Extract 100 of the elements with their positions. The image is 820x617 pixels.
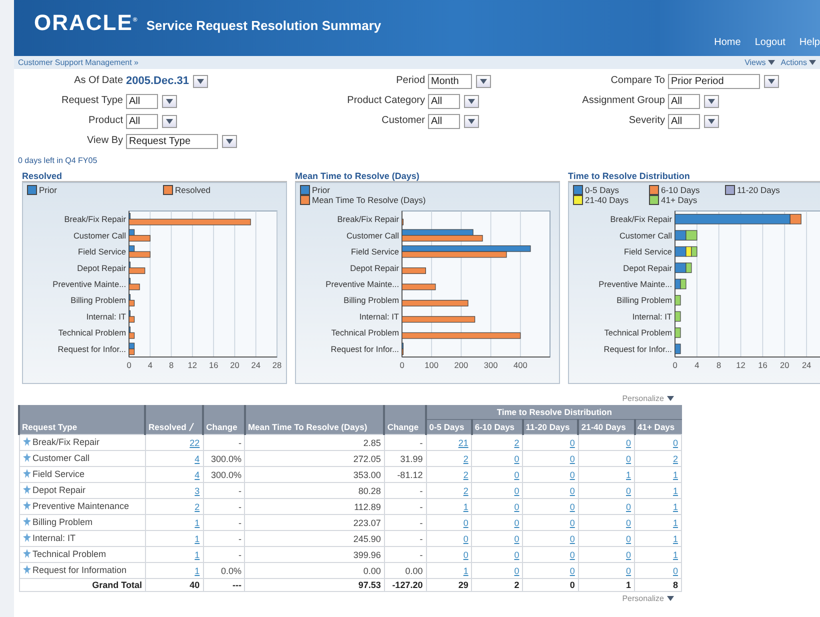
table-link[interactable]: 0 bbox=[570, 438, 575, 448]
column-header[interactable]: Change bbox=[203, 405, 245, 434]
menu-link[interactable]: Actions bbox=[780, 58, 816, 67]
column-header[interactable]: Mean Time To Resolve (Days) bbox=[244, 405, 384, 434]
column-header[interactable]: 41+ Days bbox=[634, 420, 682, 434]
filter-select[interactable]: Month bbox=[428, 74, 472, 88]
table-link[interactable]: 1 bbox=[194, 518, 200, 528]
column-header[interactable]: Request Type bbox=[19, 405, 146, 434]
table-link[interactable]: 2 bbox=[514, 438, 520, 448]
category-label: Customer Call bbox=[346, 230, 399, 240]
table-link[interactable]: 1 bbox=[463, 566, 468, 576]
column-header[interactable]: 6-10 Days bbox=[472, 420, 523, 434]
table-link[interactable]: 1 bbox=[672, 534, 678, 544]
table-link[interactable]: 0 bbox=[514, 502, 520, 512]
column-header[interactable]: Change bbox=[384, 405, 426, 434]
table-link[interactable]: 1 bbox=[672, 502, 678, 512]
filter-select[interactable]: All bbox=[668, 94, 700, 108]
table-link[interactable]: 0 bbox=[570, 502, 575, 512]
table-link[interactable]: 0 bbox=[570, 550, 575, 560]
column-header[interactable]: 0-5 Days bbox=[426, 420, 472, 434]
filter-label: Product Category bbox=[346, 94, 426, 108]
table-link[interactable]: 2 bbox=[194, 502, 200, 512]
table-link[interactable]: 0 bbox=[463, 534, 468, 544]
table-link[interactable]: 1 bbox=[194, 566, 200, 576]
table-link[interactable]: 0 bbox=[514, 534, 520, 544]
table-cell: 300.0% bbox=[203, 450, 245, 466]
table-link[interactable]: 0 bbox=[514, 470, 520, 480]
table-link[interactable]: 4 bbox=[194, 470, 200, 480]
personalize-link[interactable]: Personalize bbox=[622, 594, 674, 603]
table-link[interactable]: 0 bbox=[626, 438, 632, 448]
pin-icon bbox=[22, 437, 30, 446]
filter-select[interactable]: All bbox=[668, 114, 700, 128]
table-link[interactable]: 0 bbox=[570, 454, 575, 464]
filter-select[interactable]: Request Type bbox=[126, 134, 218, 148]
personalize-link[interactable]: Personalize bbox=[622, 394, 674, 403]
table-link[interactable]: 0 bbox=[626, 486, 632, 496]
table-link[interactable]: 1 bbox=[672, 470, 678, 480]
table-link[interactable]: 0 bbox=[626, 518, 632, 528]
table-link[interactable]: 0 bbox=[672, 566, 678, 576]
table-link[interactable]: 1 bbox=[626, 470, 632, 480]
table-link[interactable]: 0 bbox=[514, 550, 520, 560]
table-link[interactable]: 0 bbox=[570, 470, 575, 480]
filter-select[interactable]: All bbox=[126, 94, 158, 108]
nav-link[interactable]: Help bbox=[799, 37, 820, 48]
table-link[interactable]: 0 bbox=[626, 534, 632, 544]
table-link[interactable]: 1 bbox=[194, 550, 200, 560]
dropdown-button[interactable] bbox=[222, 134, 237, 148]
breadcrumb-link[interactable]: Customer Support Management » bbox=[18, 58, 139, 67]
table-link[interactable]: 2 bbox=[463, 470, 468, 480]
menu-link[interactable]: Views bbox=[744, 58, 775, 67]
table-link[interactable]: 0 bbox=[626, 454, 632, 464]
table-link[interactable]: 1 bbox=[672, 518, 678, 528]
logo: ORACLE$^{®}$ bbox=[34, 10, 138, 36]
table-link[interactable]: 21 bbox=[458, 438, 468, 448]
table-link[interactable]: 2 bbox=[463, 454, 468, 464]
dropdown-button[interactable] bbox=[764, 74, 779, 88]
axis-tick-label: 300 bbox=[484, 360, 498, 370]
nav-link[interactable]: Logout bbox=[754, 37, 786, 48]
table-link[interactable]: 1 bbox=[672, 550, 678, 560]
table-link[interactable]: 22 bbox=[190, 438, 200, 448]
table-link[interactable]: 0 bbox=[672, 438, 678, 448]
table-link[interactable]: 1 bbox=[672, 486, 678, 496]
dropdown-button[interactable] bbox=[162, 94, 177, 108]
table-link[interactable]: 3 bbox=[194, 486, 200, 496]
table-link[interactable]: 0 bbox=[626, 550, 632, 560]
table-link[interactable]: 0 bbox=[514, 518, 520, 528]
column-header[interactable]: 21-40 Days bbox=[578, 420, 635, 434]
table-link[interactable]: 2 bbox=[672, 454, 678, 464]
dropdown-button[interactable] bbox=[704, 94, 719, 108]
column-header[interactable]: Resolved bbox=[145, 405, 204, 434]
table-link[interactable]: 0 bbox=[570, 486, 575, 496]
table-link[interactable]: 2 bbox=[463, 486, 468, 496]
dropdown-button[interactable] bbox=[476, 74, 491, 88]
table-link[interactable]: 0 bbox=[570, 518, 575, 528]
filter-label: Compare To bbox=[610, 74, 666, 88]
filter-select[interactable]: All bbox=[428, 94, 460, 108]
table-link[interactable]: 1 bbox=[194, 534, 200, 544]
category-label: Field Service bbox=[351, 246, 399, 257]
dropdown-button[interactable] bbox=[464, 94, 479, 108]
filter-select[interactable]: All bbox=[126, 114, 158, 128]
axis-tick-label: 4 bbox=[694, 360, 700, 370]
dropdown-button[interactable] bbox=[464, 114, 479, 128]
filter-select[interactable]: All bbox=[428, 114, 460, 128]
table-link[interactable]: 0 bbox=[626, 566, 632, 576]
table-link[interactable]: 0 bbox=[626, 502, 632, 512]
column-header[interactable]: 11-20 Days bbox=[522, 420, 578, 434]
table-link[interactable]: 0 bbox=[514, 566, 520, 576]
table-link[interactable]: 0 bbox=[570, 566, 575, 576]
nav-link[interactable]: Home bbox=[714, 37, 741, 48]
table-link[interactable]: 0 bbox=[463, 550, 468, 560]
dropdown-button[interactable] bbox=[704, 114, 719, 128]
table-link[interactable]: 0 bbox=[514, 486, 520, 496]
table-link[interactable]: 4 bbox=[194, 454, 200, 464]
table-link[interactable]: 0 bbox=[514, 454, 520, 464]
table-link[interactable]: 0 bbox=[463, 518, 468, 528]
table-link[interactable]: 0 bbox=[570, 534, 575, 544]
dropdown-button[interactable] bbox=[162, 114, 177, 128]
date-picker-button[interactable] bbox=[193, 74, 208, 88]
filter-select[interactable]: Prior Period bbox=[668, 74, 760, 88]
table-link[interactable]: 1 bbox=[463, 502, 468, 512]
